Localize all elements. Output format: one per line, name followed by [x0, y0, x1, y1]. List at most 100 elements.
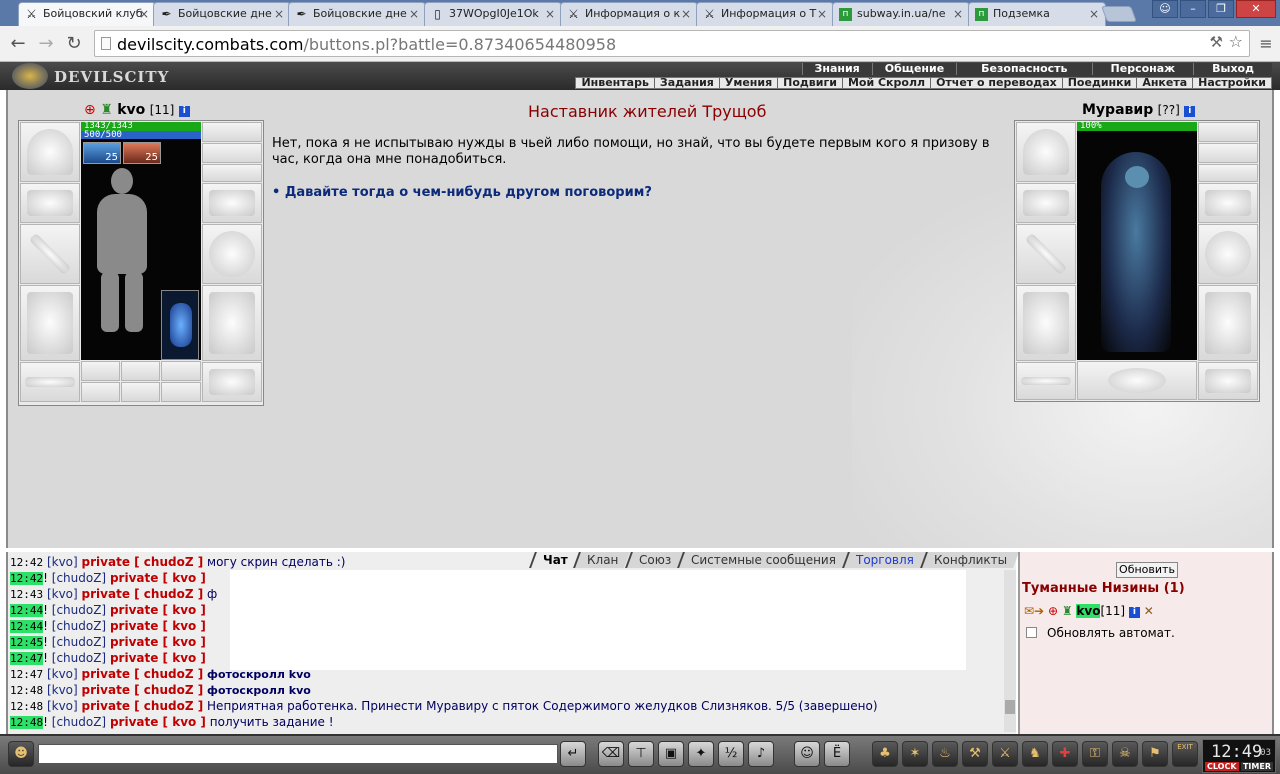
address-bar[interactable]: devilscity.combats.com/buttons.pl?battle… — [94, 30, 1250, 57]
chat-sender[interactable]: [kvo] — [47, 699, 78, 713]
chat-private-target[interactable]: private [ chudoZ ] — [82, 699, 204, 713]
eraser-icon[interactable]: ⌫ — [598, 741, 624, 767]
tab-union[interactable]: Союз — [624, 552, 683, 568]
menu-my-scroll[interactable]: Мой Скролл — [841, 77, 930, 88]
chat-sender[interactable]: [chudoZ] — [52, 571, 106, 585]
flag-icon[interactable]: ⚑ — [1142, 741, 1168, 767]
browser-tab-3[interactable]: ✒ Бойцовские дне × — [288, 2, 426, 26]
private-message-icon[interactable]: ✉➔ — [1024, 604, 1044, 618]
sparkle-icon[interactable]: ✶ — [902, 741, 928, 767]
buff-icon[interactable]: 25 — [83, 142, 121, 164]
bracers-slot[interactable] — [20, 183, 80, 223]
shield-slot[interactable] — [202, 224, 262, 284]
menu-duels[interactable]: Поединки — [1061, 77, 1137, 88]
crosshair-icon[interactable]: ✚ — [1052, 741, 1078, 767]
chat-input[interactable] — [38, 744, 558, 764]
fighter-icon[interactable]: ✦ — [688, 741, 714, 767]
ring-slot[interactable] — [81, 361, 120, 381]
close-icon[interactable]: × — [1089, 7, 1099, 21]
close-icon[interactable]: × — [409, 7, 419, 21]
chat-sender[interactable]: [chudoZ] — [52, 715, 106, 729]
info-icon[interactable]: i — [1128, 607, 1140, 618]
browser-tab-2[interactable]: ✒ Бойцовские дне × — [153, 2, 291, 26]
auto-refresh-checkbox[interactable] — [1026, 627, 1037, 638]
menu-quests[interactable]: Задания — [653, 77, 719, 88]
tab-conflicts[interactable]: Конфликты — [919, 552, 1019, 568]
chat-private-target[interactable]: private [ chudoZ ] — [82, 555, 204, 569]
smiley-icon[interactable]: ☺ — [794, 741, 820, 767]
star-icon[interactable]: ☆ — [1229, 32, 1243, 51]
close-icon[interactable]: × — [545, 7, 555, 21]
browser-tab-6[interactable]: ⚔ Информация о Т × — [696, 2, 834, 26]
gloves-slot[interactable] — [202, 183, 262, 223]
chat-private-target[interactable]: private [ chudoZ ] — [82, 667, 204, 681]
scroll-slot[interactable] — [161, 382, 201, 402]
clock-label[interactable]: CLOCK — [1205, 762, 1239, 771]
online-user-nick[interactable]: kvo — [1076, 604, 1101, 618]
chat-scrollbar[interactable] — [1004, 570, 1016, 732]
restore-icon[interactable]: ❐ — [1208, 0, 1234, 18]
chat-private-target[interactable]: private [ kvo ] — [110, 571, 206, 585]
scale-icon[interactable]: ½ — [718, 741, 744, 767]
bag-icon[interactable]: ♣ — [872, 741, 898, 767]
tab-system-messages[interactable]: Системные сообщения — [677, 552, 848, 568]
exit-icon[interactable]: EXIT — [1172, 741, 1198, 767]
armor-icon[interactable]: ♞ — [1022, 741, 1048, 767]
wrench-icon[interactable]: ⚒ — [1210, 33, 1223, 51]
menu-character[interactable]: Персонаж — [1091, 63, 1194, 75]
chat-private-target[interactable]: private [ chudoZ ] — [82, 587, 204, 601]
menu-exit[interactable]: Выход — [1193, 63, 1272, 75]
chat-sender[interactable]: [chudoZ] — [52, 635, 106, 649]
new-tab-button[interactable] — [1101, 6, 1137, 22]
scroll-slot[interactable] — [121, 382, 160, 402]
menu-feats[interactable]: Подвиги — [777, 77, 842, 88]
tab-chat[interactable]: Чат — [528, 552, 580, 568]
close-icon[interactable]: × — [139, 7, 149, 21]
browser-tab-7[interactable]: п subway.in.ua/ne × — [832, 2, 970, 26]
close-icon[interactable]: × — [274, 7, 284, 21]
helmet-slot[interactable] — [20, 122, 80, 182]
reload-icon[interactable]: ↻ — [62, 32, 86, 56]
send-icon[interactable]: ↵ — [560, 741, 586, 767]
chat-private-target[interactable]: private [ kvo ] — [110, 635, 206, 649]
chat-private-target[interactable]: private [ kvo ] — [110, 651, 206, 665]
back-icon[interactable]: ← — [6, 32, 30, 56]
npc-nick[interactable]: Муравир — [1082, 102, 1153, 118]
earrings-slot[interactable] — [202, 122, 262, 142]
info-icon[interactable]: i — [1184, 106, 1196, 117]
menu-communication[interactable]: Общение — [871, 63, 957, 75]
amulet-slot[interactable] — [202, 143, 262, 163]
chat-sender[interactable]: [chudoZ] — [52, 603, 106, 617]
skull-icon[interactable]: ☠ — [1112, 741, 1138, 767]
refresh-button[interactable]: Обновить — [1116, 562, 1178, 578]
belt-slot[interactable] — [20, 362, 80, 402]
boots-slot[interactable] — [202, 362, 262, 402]
chat-private-target[interactable]: private [ kvo ] — [110, 619, 206, 633]
filter-icon[interactable]: ⊤ — [628, 741, 654, 767]
battle-icon[interactable]: ✕ — [1144, 604, 1154, 618]
menu-profile[interactable]: Анкета — [1136, 77, 1192, 88]
browser-tab-8[interactable]: п Подземка × — [968, 2, 1106, 26]
info-icon[interactable]: i — [178, 106, 190, 117]
menu-settings[interactable]: Настройки — [1192, 77, 1271, 88]
hammer-icon[interactable]: ⚒ — [962, 741, 988, 767]
ring-slot[interactable] — [121, 361, 160, 381]
ring-slot[interactable] — [161, 361, 201, 381]
close-icon[interactable]: × — [953, 7, 963, 21]
npc-avatar[interactable]: 100% — [1077, 122, 1197, 360]
menu-icon[interactable]: ≡ — [1254, 32, 1278, 56]
player-nick[interactable]: kvo — [117, 102, 145, 118]
weapon-slot[interactable] — [20, 224, 80, 284]
timer-label[interactable]: TIMER — [1240, 762, 1273, 771]
lock-icon[interactable]: ⚿ — [1082, 741, 1108, 767]
chat-sender[interactable]: [kvo] — [47, 683, 78, 697]
buff-icon[interactable]: 25 — [123, 142, 161, 164]
menu-skills[interactable]: Умения — [718, 77, 777, 88]
save-icon[interactable]: ▣ — [658, 741, 684, 767]
user-icon[interactable]: ☺ — [1152, 0, 1178, 18]
sound-icon[interactable]: ♪ — [748, 741, 774, 767]
chat-private-target[interactable]: private [ chudoZ ] — [82, 683, 204, 697]
chat-mode-icon[interactable]: ☻ — [8, 741, 34, 767]
menu-security[interactable]: Безопасность — [956, 63, 1092, 75]
auto-refresh-row[interactable]: Обновлять автомат. — [1026, 626, 1175, 640]
